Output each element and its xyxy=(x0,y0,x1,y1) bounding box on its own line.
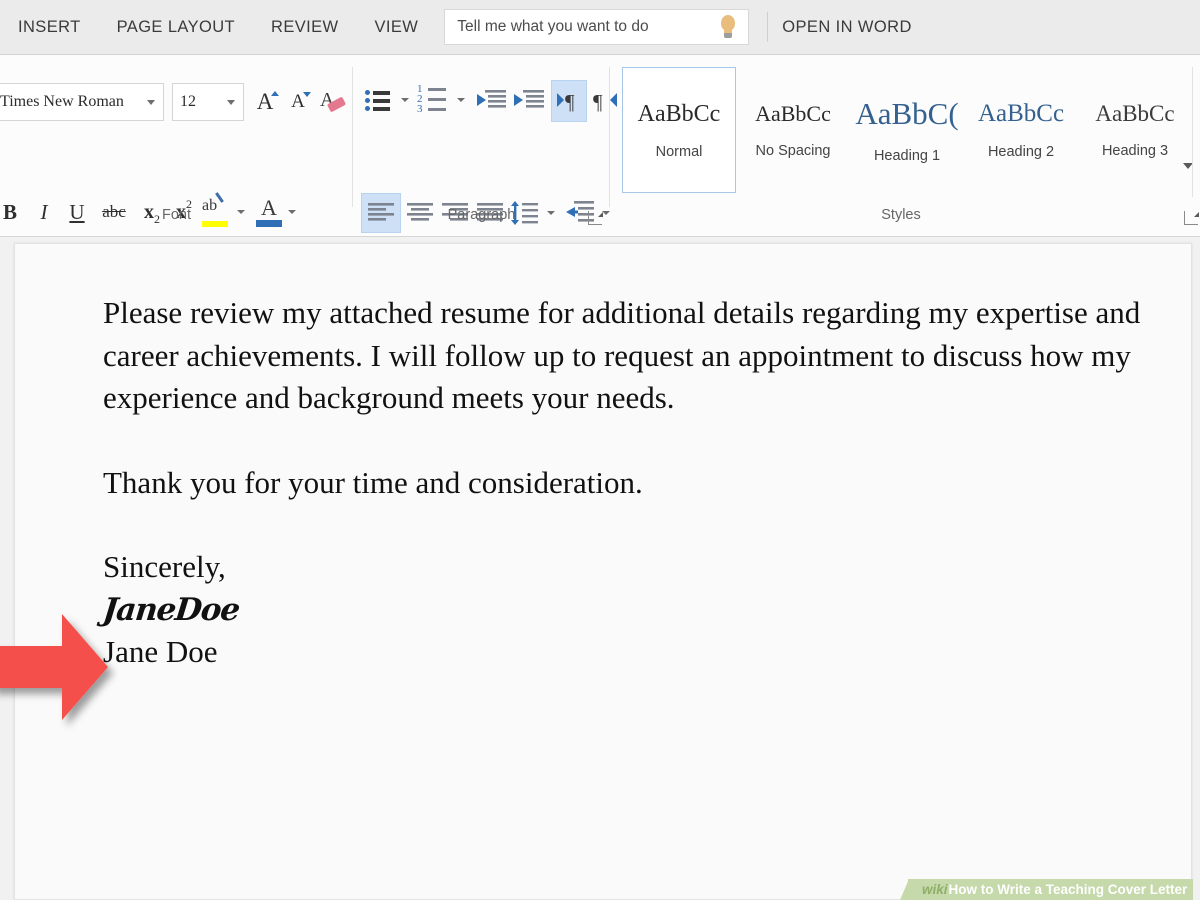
tab-insert[interactable]: INSERT xyxy=(0,0,99,55)
paragraph-closing: Sincerely, xyxy=(103,546,1143,589)
document-page[interactable]: Please review my attached resume for add… xyxy=(14,243,1192,900)
bullets-dropdown[interactable] xyxy=(397,83,413,117)
wikihow-watermark: wiki How to Write a Teaching Cover Lette… xyxy=(908,879,1193,900)
open-in-word-button[interactable]: OPEN IN WORD xyxy=(782,0,911,55)
tab-view[interactable]: VIEW xyxy=(357,0,437,55)
chevron-down-icon xyxy=(401,98,409,102)
red-pointer-arrow xyxy=(0,608,118,732)
style-normal[interactable]: AaBbCc Normal xyxy=(622,67,736,193)
font-family-combo[interactable]: Times New Roman xyxy=(0,83,164,121)
tab-page-layout[interactable]: PAGE LAYOUT xyxy=(99,0,253,55)
tell-me-search-box[interactable]: Tell me what you want to do xyxy=(444,9,749,45)
document-canvas[interactable]: Please review my attached resume for add… xyxy=(0,237,1200,900)
font-size-combo[interactable]: 12 xyxy=(172,83,244,121)
styles-dialog-launcher[interactable] xyxy=(1184,211,1198,225)
decrease-indent-icon[interactable] xyxy=(473,83,509,117)
ltr-text-direction-icon[interactable]: ¶ xyxy=(551,80,587,122)
style-heading-2[interactable]: AaBbCc Heading 2 xyxy=(964,67,1078,193)
paragraph-body: Please review my attached resume for add… xyxy=(103,292,1143,420)
clear-formatting-button[interactable]: A xyxy=(317,83,349,121)
paragraph-dialog-launcher[interactable] xyxy=(588,211,602,225)
tell-me-placeholder: Tell me what you want to do xyxy=(457,18,718,36)
svg-text:¶: ¶ xyxy=(565,90,575,114)
chevron-down-icon xyxy=(457,98,465,102)
word-online-window: INSERT PAGE LAYOUT REVIEW VIEW Tell me w… xyxy=(0,0,1200,900)
numbering-icon[interactable]: 1 2 3 xyxy=(417,81,455,119)
font-group: Times New Roman 12 A A A xyxy=(0,55,353,237)
ribbon: Times New Roman 12 A A A xyxy=(0,55,1200,237)
up-triangle-icon xyxy=(271,91,279,96)
style-heading-1[interactable]: AaBbC( Heading 1 xyxy=(850,67,964,193)
paragraph-group: 1 2 3 xyxy=(353,55,610,237)
wikihow-brand: wiki xyxy=(922,882,948,897)
font-group-label: Font xyxy=(0,207,353,223)
style-no-spacing[interactable]: AaBbCc No Spacing xyxy=(736,67,850,193)
down-triangle-icon xyxy=(303,92,311,97)
numbering-dropdown[interactable] xyxy=(453,83,469,117)
grow-font-button[interactable]: A xyxy=(250,83,280,121)
tab-review[interactable]: REVIEW xyxy=(253,0,357,55)
styles-group: AaBbCc Normal AaBbCc No Spacing AaBbC( H… xyxy=(610,55,1200,237)
signature-script: JaneDoe xyxy=(103,589,1143,632)
lightbulb-icon xyxy=(718,14,738,40)
document-text[interactable]: Please review my attached resume for add… xyxy=(103,292,1143,674)
increase-indent-icon[interactable] xyxy=(511,83,547,117)
chevron-down-icon xyxy=(147,100,155,105)
wikihow-title: How to Write a Teaching Cover Letter xyxy=(949,882,1188,897)
ribbon-tab-strip: INSERT PAGE LAYOUT REVIEW VIEW Tell me w… xyxy=(0,0,1200,55)
paragraph-group-label: Paragraph xyxy=(353,207,610,223)
group-divider xyxy=(1192,67,1193,197)
style-heading-3[interactable]: AaBbCc Heading 3 xyxy=(1078,67,1192,193)
signature-typed-name: Jane Doe xyxy=(103,631,1143,674)
bullets-icon[interactable] xyxy=(363,83,399,117)
shrink-font-button[interactable]: A xyxy=(283,83,313,121)
tab-divider xyxy=(767,12,768,42)
chevron-down-icon xyxy=(227,100,235,105)
paragraph-thanks: Thank you for your time and consideratio… xyxy=(103,462,1143,505)
styles-group-label: Styles xyxy=(610,207,1192,223)
svg-text:¶: ¶ xyxy=(593,90,603,114)
